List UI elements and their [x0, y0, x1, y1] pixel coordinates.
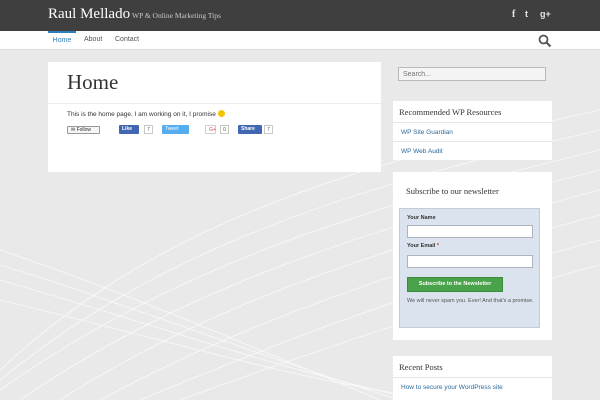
newsletter-widget: Subscribe to our newsletter Your Name Yo…	[393, 172, 552, 340]
site-title[interactable]: Raul Mellado	[48, 6, 130, 23]
top-bar: Raul Mellado WP & Online Marketing Tips …	[0, 0, 600, 31]
tweet-button[interactable]: Tweet	[162, 125, 189, 134]
share-count: 7	[264, 125, 273, 134]
recent-post-link[interactable]: How to secure your WordPress site	[393, 377, 552, 396]
email-label-text: Your Email	[407, 243, 436, 249]
resources-title: Recommended WP Resources	[399, 107, 502, 117]
facebook-icon[interactable]: f	[512, 9, 515, 20]
resource-link[interactable]: WP Web Audit	[393, 141, 552, 160]
facebook-like-button[interactable]: Like	[119, 125, 139, 134]
follow-label: Follow	[76, 127, 92, 133]
gplus-count: 0	[220, 125, 229, 134]
main-content: Home This is the home page. I am working…	[48, 62, 381, 172]
sidebar-search-input[interactable]	[398, 67, 546, 81]
facebook-share-button[interactable]: Share	[238, 125, 262, 134]
required-mark: *	[436, 243, 439, 249]
name-label: Your Name	[407, 215, 436, 221]
nav-item-home[interactable]: Home	[48, 31, 76, 50]
smiley-icon	[217, 110, 225, 117]
subscribe-button[interactable]: Subscribe to the Newsletter	[407, 277, 503, 292]
twitter-icon[interactable]: t	[525, 9, 528, 19]
google-plus-button[interactable]: G+	[205, 125, 216, 134]
newsletter-form: Your Name Your Email * Subscribe to the …	[399, 208, 540, 328]
nav-item-contact[interactable]: Contact	[115, 31, 139, 50]
nav-item-about[interactable]: About	[84, 31, 102, 50]
page-title: Home	[67, 70, 119, 94]
title-divider	[48, 103, 381, 104]
follow-button[interactable]: ✉ Follow	[67, 126, 100, 134]
resources-widget: Recommended WP Resources WP Site Guardia…	[393, 101, 552, 160]
site-tagline: WP & Online Marketing Tips	[132, 11, 221, 20]
recent-posts-title: Recent Posts	[399, 362, 443, 372]
newsletter-note: We will never spam you. Ever! And that's…	[407, 298, 534, 304]
search-icon[interactable]	[538, 34, 552, 48]
email-label: Your Email *	[407, 243, 439, 249]
main-navigation: Home About Contact	[0, 31, 600, 50]
email-field[interactable]	[407, 255, 533, 268]
page-body: This is the home page. I am working on i…	[67, 110, 225, 118]
name-field[interactable]	[407, 225, 533, 238]
recent-posts-widget: Recent Posts How to secure your WordPres…	[393, 356, 552, 400]
google-plus-icon[interactable]: g+	[540, 9, 551, 19]
newsletter-title: Subscribe to our newsletter	[406, 186, 499, 196]
resource-link[interactable]: WP Site Guardian	[393, 122, 552, 141]
like-count: 7	[144, 125, 153, 134]
page-body-text: This is the home page. I am working on i…	[67, 111, 216, 118]
